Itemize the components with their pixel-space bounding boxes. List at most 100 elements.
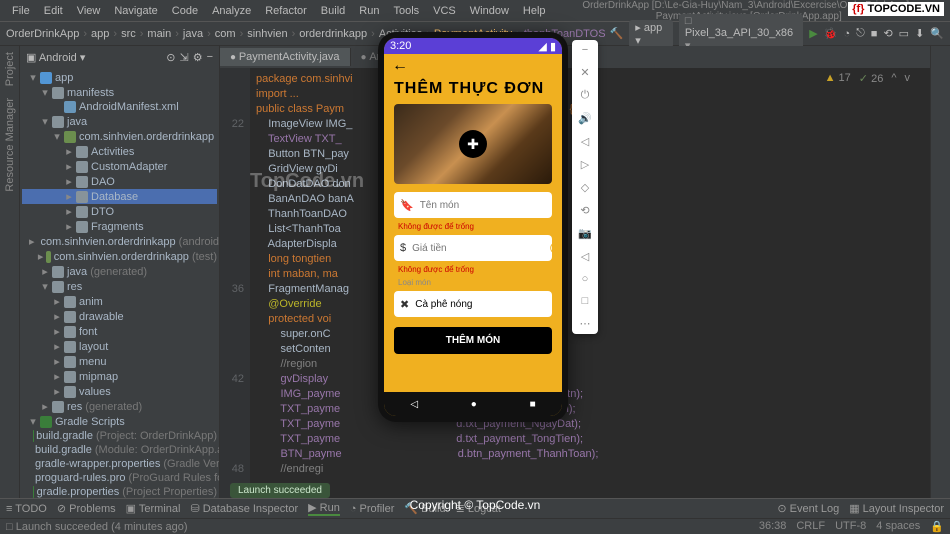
tab-db-inspector[interactable]: ⛁ Database Inspector [190, 502, 298, 515]
tree-node[interactable]: ▸ values [22, 384, 217, 399]
emu-tool-button[interactable]: ○ [582, 273, 589, 285]
field-gia-tien[interactable]: $ ⓘ [394, 235, 552, 261]
line-gutter[interactable]: 22364248 [220, 68, 250, 514]
nav-home[interactable]: ● [471, 399, 477, 410]
crumb[interactable]: com [215, 28, 236, 40]
tree-node[interactable]: gradle-wrapper.properties (Gradle Versio… [22, 457, 217, 471]
attach-icon[interactable]: ⎋ [856, 27, 865, 40]
back-icon[interactable]: ← [392, 57, 408, 75]
search-icon[interactable]: 🔍 [930, 27, 944, 40]
tool-resource-mgr[interactable]: Resource Manager [4, 98, 16, 192]
tree-node[interactable]: ▸ DTO [22, 204, 217, 219]
nav-recent[interactable]: ■ [530, 399, 536, 410]
tree-node[interactable]: ▸ DAO [22, 174, 217, 189]
menu-navigate[interactable]: Navigate [108, 3, 163, 19]
input-gia-tien[interactable] [412, 243, 544, 254]
menu-run[interactable]: Run [353, 3, 385, 19]
tab-layout-inspector[interactable]: ▦ Layout Inspector [849, 502, 944, 515]
tree-node[interactable]: ▾ app [22, 70, 217, 85]
status-caret[interactable]: 36:38 [759, 520, 787, 533]
emu-tool-button[interactable]: 📷 [578, 227, 592, 240]
inspection-widget[interactable]: 17 26 ^ v [825, 72, 910, 85]
build-icon[interactable]: 🔨 [610, 27, 624, 40]
stop-icon[interactable]: ■ [871, 28, 878, 40]
tab-payment-activity[interactable]: ● PaymentActivity.java [220, 48, 351, 66]
info-icon[interactable]: ⓘ [550, 240, 561, 256]
crumb[interactable]: sinhvien [247, 28, 287, 40]
tree-node[interactable]: gradle.properties (Project Properties) [22, 485, 217, 499]
tree-node[interactable]: ▾ manifests [22, 85, 217, 100]
tree-node[interactable]: ▸ Activities [22, 144, 217, 159]
tree-node[interactable]: ▸ anim [22, 294, 217, 309]
field-loai-mon[interactable]: ✖ [394, 291, 552, 317]
run-icon[interactable]: ▶ [809, 27, 817, 40]
project-settings-icon[interactable]: ⚙ [193, 51, 203, 64]
emu-tool-button[interactable]: ✕ [580, 66, 589, 79]
tree-node[interactable]: ▸ com.sinhvien.orderdrinkapp (test) [22, 249, 217, 264]
tree-node[interactable]: ▸ font [22, 324, 217, 339]
tree-node[interactable]: ▸ com.sinhvien.orderdrinkapp (androidTes… [22, 234, 217, 249]
project-collapse-icon[interactable]: ⇲ [179, 51, 188, 64]
crumb[interactable]: OrderDrinkApp [6, 28, 79, 40]
tree-node[interactable]: ▾ res [22, 279, 217, 294]
menu-analyze[interactable]: Analyze [206, 3, 257, 19]
menu-build[interactable]: Build [315, 3, 351, 19]
tab-profiler[interactable]: ◔ Profiler [350, 503, 395, 515]
tree-node[interactable]: build.gradle (Module: OrderDrinkApp.app) [22, 443, 217, 457]
menu-code[interactable]: Code [166, 3, 204, 19]
tree-node[interactable]: AndroidManifest.xml [22, 100, 217, 114]
tree-node[interactable]: ▸ CustomAdapter [22, 159, 217, 174]
project-tree[interactable]: ▾ app▾ manifests AndroidManifest.xml▾ ja… [20, 68, 219, 514]
nav-back[interactable]: ◁ [410, 399, 418, 410]
tree-node[interactable]: ▸ layout [22, 339, 217, 354]
avd-icon[interactable]: ▭ [899, 27, 909, 40]
info-icon[interactable]: ⓘ [558, 197, 562, 213]
emu-tool-button[interactable]: ◇ [581, 181, 589, 194]
tree-node[interactable]: ▸ Database [22, 189, 217, 204]
run-config-dropdown[interactable]: ▸ app ▾ [629, 20, 673, 48]
crumb[interactable]: app [91, 28, 109, 40]
tab-build[interactable]: 🔨 Build [404, 502, 445, 515]
debug-icon[interactable]: 🐞 [824, 27, 838, 40]
tool-project[interactable]: Project [4, 52, 16, 86]
menu-file[interactable]: File [6, 3, 36, 19]
profile-icon[interactable]: ◔ [843, 28, 850, 40]
crumb[interactable]: java [183, 28, 203, 40]
emu-tool-button[interactable]: ◁ [581, 135, 589, 148]
project-hide-icon[interactable]: − [207, 51, 213, 63]
tree-node[interactable]: ▸ java (generated) [22, 264, 217, 279]
crumb[interactable]: main [147, 28, 171, 40]
menu-edit[interactable]: Edit [38, 3, 69, 19]
emu-tool-button[interactable]: ◁ [581, 250, 589, 263]
tree-node[interactable]: build.gradle (Project: OrderDrinkApp) [22, 429, 217, 443]
status-eol[interactable]: CRLF [796, 520, 825, 533]
tree-node[interactable]: ▸ mipmap [22, 369, 217, 384]
tab-terminal[interactable]: ▣ Terminal [126, 502, 181, 515]
emu-tool-button[interactable]: ⟲ [580, 204, 589, 217]
tree-node[interactable]: ▾ com.sinhvien.orderdrinkapp [22, 129, 217, 144]
tab-event-log[interactable]: ⊙ Event Log [777, 502, 839, 515]
emu-tool-button[interactable]: ▷ [581, 158, 589, 171]
input-loai-mon[interactable] [415, 299, 547, 310]
emulator-window[interactable]: 3:20◢ ▮ ← THÊM THỰC ĐƠN ✚ 🔖 ⓘ Không được… [378, 32, 568, 422]
emu-tool-button[interactable]: 🔊 [578, 112, 592, 125]
tree-node[interactable]: ▾ Gradle Scripts [22, 414, 217, 429]
emu-tool-button[interactable]: □ [582, 295, 589, 307]
menu-tools[interactable]: Tools [387, 3, 425, 19]
status-indent[interactable]: 4 spaces [876, 520, 920, 533]
menu-view[interactable]: View [71, 3, 107, 19]
project-gear-icon[interactable]: ⊙ [166, 51, 175, 64]
crumb[interactable]: orderdrinkapp [299, 28, 367, 40]
menu-refactor[interactable]: Refactor [259, 3, 313, 19]
menu-window[interactable]: Window [464, 3, 515, 19]
field-ten-mon[interactable]: 🔖 ⓘ [394, 192, 552, 218]
input-ten-mon[interactable] [420, 200, 552, 211]
tab-run[interactable]: ▶ Run [308, 501, 340, 516]
food-image-picker[interactable]: ✚ [394, 104, 552, 184]
tree-node[interactable]: ▸ menu [22, 354, 217, 369]
tree-node[interactable]: ▾ java [22, 114, 217, 129]
project-view-dropdown[interactable]: ▣ Android ▾ [26, 51, 85, 64]
add-button[interactable]: THÊM MÓN [394, 327, 552, 354]
emu-tool-button[interactable]: ⏻ [581, 89, 590, 102]
tree-node[interactable]: ▸ Fragments [22, 219, 217, 234]
